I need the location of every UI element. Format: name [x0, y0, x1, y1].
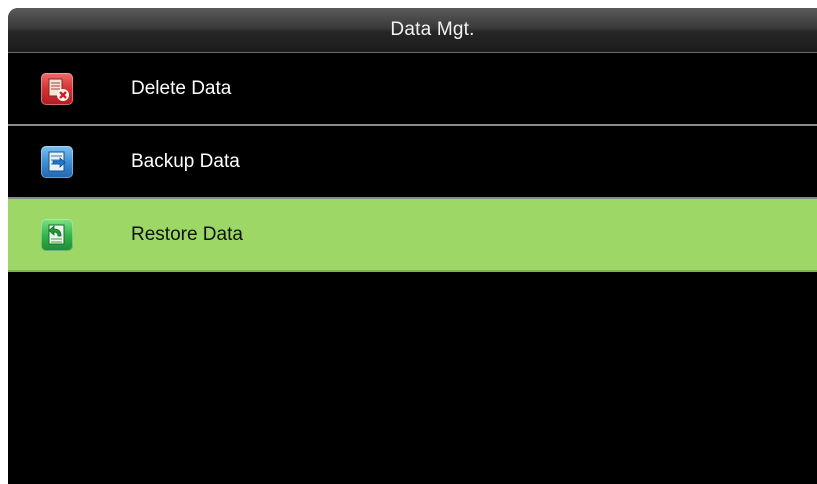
delete-data-icon	[41, 72, 73, 105]
menu-item-backup-data[interactable]: Backup Data	[8, 126, 817, 199]
restore-data-icon	[41, 218, 73, 251]
menu-item-label: Restore Data	[131, 223, 243, 245]
title-bar: Data Mgt.	[8, 8, 817, 53]
device-screen: Data Mgt. Delete Data Backup Data Restor…	[8, 8, 817, 484]
menu-item-label: Backup Data	[131, 150, 240, 172]
menu-item-restore-data[interactable]: Restore Data	[8, 199, 817, 272]
data-management-menu: Delete Data Backup Data Restore Data	[8, 53, 817, 272]
backup-data-icon	[41, 145, 73, 178]
page-title: Data Mgt.	[390, 19, 475, 40]
menu-item-label: Delete Data	[131, 77, 232, 99]
menu-item-delete-data[interactable]: Delete Data	[8, 53, 817, 126]
